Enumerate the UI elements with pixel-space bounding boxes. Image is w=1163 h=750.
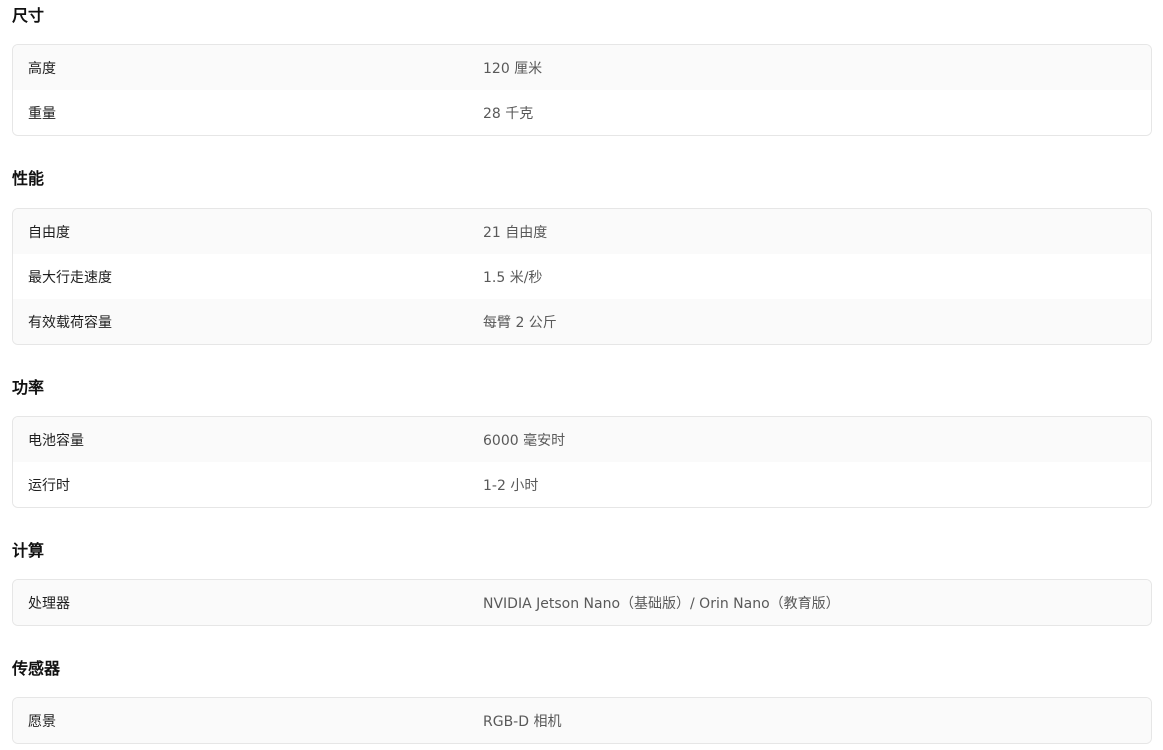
spec-label: 处理器 bbox=[28, 595, 70, 612]
table-row: 重量 28 千克 bbox=[13, 90, 1151, 135]
spec-label: 有效载荷容量 bbox=[28, 314, 112, 331]
spec-value: 1-2 小时 bbox=[483, 477, 539, 494]
table-row: 电池容量 6000 毫安时 bbox=[13, 417, 1151, 462]
table-row: 高度 120 厘米 bbox=[13, 45, 1151, 90]
spec-label: 最大行走速度 bbox=[28, 269, 112, 286]
table-row: 运行时 1-2 小时 bbox=[13, 462, 1151, 507]
spec-table: 自由度 21 自由度 最大行走速度 1.5 米/秒 有效载荷容量 每臂 2 公斤 bbox=[12, 208, 1152, 345]
table-row: 处理器 NVIDIA Jetson Nano（基础版）/ Orin Nano（教… bbox=[13, 580, 1151, 625]
spec-table: 电池容量 6000 毫安时 运行时 1-2 小时 bbox=[12, 416, 1152, 508]
spec-table: 处理器 NVIDIA Jetson Nano（基础版）/ Orin Nano（教… bbox=[12, 579, 1152, 626]
spec-value: 21 自由度 bbox=[483, 224, 548, 241]
spec-table: 高度 120 厘米 重量 28 千克 bbox=[12, 44, 1152, 136]
spec-value: RGB-D 相机 bbox=[483, 713, 562, 730]
section-title: 尺寸 bbox=[12, 6, 45, 25]
table-row: 自由度 21 自由度 bbox=[13, 209, 1151, 254]
table-row: 有效载荷容量 每臂 2 公斤 bbox=[13, 299, 1151, 344]
spec-value: 每臂 2 公斤 bbox=[483, 314, 557, 331]
spec-value: 120 厘米 bbox=[483, 60, 543, 77]
spec-value: NVIDIA Jetson Nano（基础版）/ Orin Nano（教育版） bbox=[483, 595, 840, 612]
table-row: 最大行走速度 1.5 米/秒 bbox=[13, 254, 1151, 299]
section-title: 传感器 bbox=[12, 659, 61, 678]
spec-value: 1.5 米/秒 bbox=[483, 269, 543, 286]
spec-value: 28 千克 bbox=[483, 105, 534, 122]
spec-label: 自由度 bbox=[28, 224, 70, 241]
spec-label: 运行时 bbox=[28, 477, 70, 494]
table-row: 愿景 RGB-D 相机 bbox=[13, 698, 1151, 743]
spec-label: 愿景 bbox=[28, 713, 56, 730]
spec-table: 愿景 RGB-D 相机 bbox=[12, 697, 1152, 744]
spec-value: 6000 毫安时 bbox=[483, 432, 566, 449]
spec-label: 高度 bbox=[28, 60, 56, 77]
spec-label: 重量 bbox=[28, 105, 56, 122]
section-title: 计算 bbox=[12, 541, 45, 560]
section-title: 功率 bbox=[12, 378, 45, 397]
section-title: 性能 bbox=[12, 169, 45, 188]
spec-label: 电池容量 bbox=[28, 432, 84, 449]
